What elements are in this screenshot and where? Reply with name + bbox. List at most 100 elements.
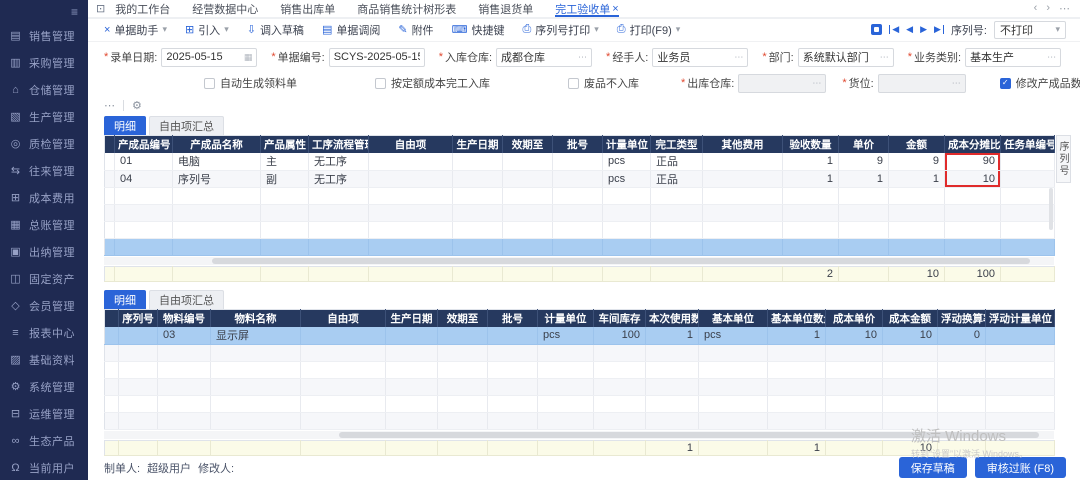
table-cell[interactable]: [115, 204, 173, 221]
table-cell[interactable]: [173, 204, 261, 221]
column-header[interactable]: 自由项: [369, 135, 453, 153]
table-cell[interactable]: [438, 361, 488, 378]
table-cell[interactable]: [1001, 238, 1055, 255]
table-cell[interactable]: [699, 412, 768, 429]
table-cell[interactable]: [538, 378, 594, 395]
table-cell[interactable]: [651, 204, 703, 221]
sidebar-item[interactable]: ≡ 报表中心: [0, 319, 88, 346]
sidebar-item[interactable]: ▤ 销售管理: [0, 22, 88, 49]
table-cell[interactable]: [105, 170, 115, 187]
column-header[interactable]: [105, 135, 115, 153]
table-cell[interactable]: 副: [261, 170, 309, 187]
table-cell[interactable]: 电脑: [173, 153, 261, 170]
table-cell[interactable]: [594, 361, 646, 378]
table-cell[interactable]: [703, 153, 783, 170]
column-header[interactable]: 效期至: [503, 135, 553, 153]
table-cell[interactable]: [386, 395, 438, 412]
table-cell[interactable]: [889, 204, 945, 221]
table-cell[interactable]: [651, 238, 703, 255]
table-cell[interactable]: 无工序: [309, 170, 369, 187]
table-row[interactable]: [105, 395, 1055, 412]
serial-print-select[interactable]: 不打印 ▾: [994, 21, 1066, 39]
table-cell[interactable]: [883, 378, 938, 395]
column-header[interactable]: 计量单位: [538, 309, 594, 327]
table-cell[interactable]: [603, 238, 651, 255]
tab[interactable]: 经营数据中心: [192, 0, 258, 17]
table-cell[interactable]: [938, 361, 986, 378]
table-cell[interactable]: [158, 395, 211, 412]
table-cell[interactable]: [369, 204, 453, 221]
table-cell[interactable]: [119, 327, 158, 344]
table-cell[interactable]: [651, 221, 703, 238]
table-cell[interactable]: [945, 221, 1001, 238]
table-cell[interactable]: [503, 221, 553, 238]
expand-icon[interactable]: ⋯: [104, 99, 115, 112]
grid-tab[interactable]: 明细: [104, 290, 146, 309]
table-cell[interactable]: [309, 221, 369, 238]
serial-number-side-tab[interactable]: 序列号: [1056, 135, 1071, 183]
checkbox-box[interactable]: [1000, 78, 1011, 89]
table-cell[interactable]: [703, 204, 783, 221]
table-cell[interactable]: [889, 221, 945, 238]
table-cell[interactable]: [699, 378, 768, 395]
table-cell[interactable]: [301, 412, 386, 429]
table-row[interactable]: [105, 344, 1055, 361]
sidebar-collapse-icon[interactable]: ≡: [61, 0, 88, 20]
table-cell[interactable]: [309, 238, 369, 255]
field-suffix-icon[interactable]: ⋯: [880, 52, 889, 63]
field-input[interactable]: 2025-05-15 ▦: [161, 48, 257, 67]
table-cell[interactable]: [603, 187, 651, 204]
table-cell[interactable]: 10: [826, 327, 883, 344]
table-cell[interactable]: [119, 344, 158, 361]
table-cell[interactable]: [889, 238, 945, 255]
column-header[interactable]: 成本金额: [883, 309, 938, 327]
table-cell[interactable]: [839, 221, 889, 238]
table-row[interactable]: 01电脑主无工序pcs正品19990: [105, 153, 1055, 170]
table-cell[interactable]: [839, 187, 889, 204]
table-cell[interactable]: 1: [889, 170, 945, 187]
table-cell[interactable]: [986, 327, 1055, 344]
column-header[interactable]: 单价: [839, 135, 889, 153]
table-cell[interactable]: [1001, 170, 1055, 187]
tab[interactable]: 商品销售统计树形表: [357, 0, 456, 17]
sidebar-item[interactable]: ⊟ 运维管理: [0, 400, 88, 427]
field-suffix-icon[interactable]: ⋯: [952, 78, 961, 89]
sidebar-item[interactable]: ▣ 出纳管理: [0, 238, 88, 265]
table-cell[interactable]: [826, 412, 883, 429]
toolbar-button[interactable]: ✎ 附件: [398, 22, 433, 38]
table-cell[interactable]: [105, 153, 115, 170]
checkbox-box[interactable]: [375, 78, 386, 89]
first-record-icon[interactable]: ◀: [889, 25, 899, 34]
table-cell[interactable]: [603, 221, 651, 238]
table-cell[interactable]: [173, 187, 261, 204]
table-cell[interactable]: [826, 378, 883, 395]
sidebar-item[interactable]: ◇ 会员管理: [0, 292, 88, 319]
field-input[interactable]: 系统默认部门 ⋯: [798, 48, 894, 67]
table-cell[interactable]: [115, 238, 173, 255]
column-header[interactable]: 成本单价: [826, 309, 883, 327]
table-cell[interactable]: [553, 221, 603, 238]
table-cell[interactable]: [538, 344, 594, 361]
column-header[interactable]: 本次使用数量: [646, 309, 699, 327]
table-cell[interactable]: [553, 204, 603, 221]
table-cell[interactable]: [646, 395, 699, 412]
horizontal-scrollbar[interactable]: [104, 431, 1054, 439]
sidebar-item[interactable]: Ω 当前用户: [0, 454, 88, 480]
table-cell[interactable]: [699, 344, 768, 361]
table-cell[interactable]: [594, 412, 646, 429]
table-cell[interactable]: [211, 344, 301, 361]
table-cell[interactable]: [158, 378, 211, 395]
table-cell[interactable]: [1001, 204, 1055, 221]
column-header[interactable]: 批号: [553, 135, 603, 153]
table-row[interactable]: [105, 412, 1055, 429]
audit-post-button[interactable]: 审核过账 (F8): [975, 457, 1066, 478]
table-cell[interactable]: [538, 395, 594, 412]
table-cell[interactable]: 01: [115, 153, 173, 170]
table-cell[interactable]: [386, 412, 438, 429]
sidebar-item[interactable]: ◫ 固定资产: [0, 265, 88, 292]
table-cell[interactable]: [488, 412, 538, 429]
table-cell[interactable]: [646, 378, 699, 395]
table-cell[interactable]: pcs: [603, 153, 651, 170]
vertical-scrollbar[interactable]: [1049, 188, 1053, 230]
table-cell[interactable]: [115, 187, 173, 204]
